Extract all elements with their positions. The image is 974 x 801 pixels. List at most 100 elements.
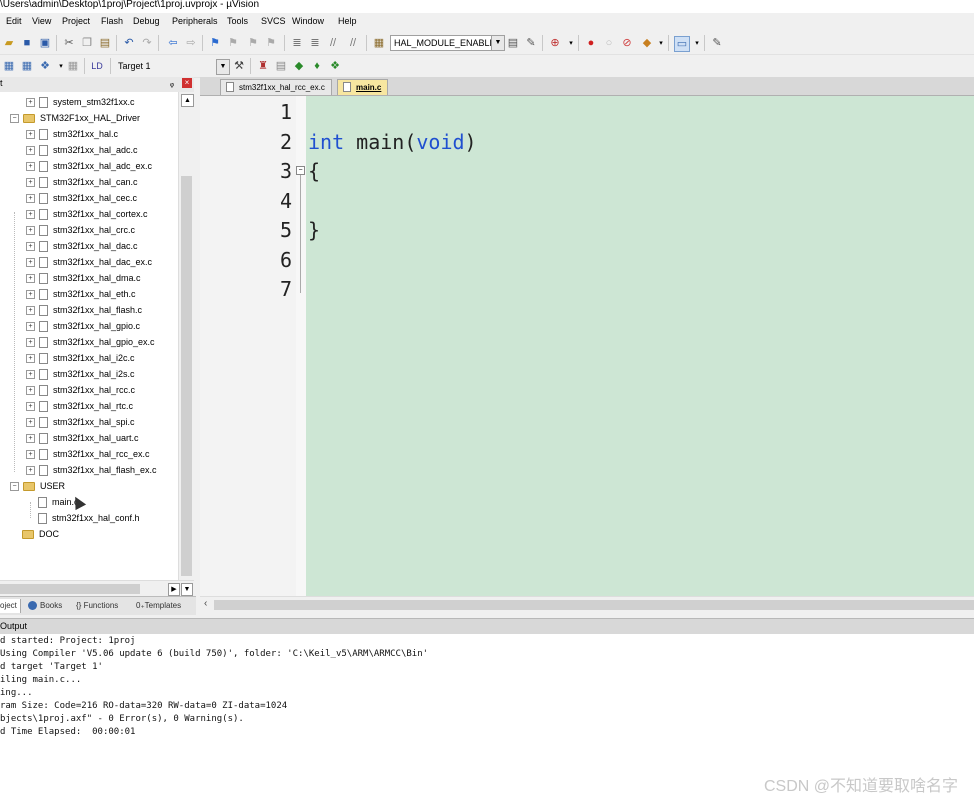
editor-tab-main[interactable]: main.c [337, 79, 389, 95]
chevron-down-icon[interactable]: ▼ [491, 36, 504, 50]
menu-svcs[interactable]: SVCS [261, 16, 286, 26]
fold-collapse-icon[interactable]: − [296, 166, 305, 175]
tree-folder[interactable]: − STM32F1xx_HAL_Driver [10, 110, 140, 126]
menu-view[interactable]: View [32, 16, 51, 26]
pack-installer-icon[interactable]: ◆ [292, 59, 306, 73]
scroll-up-icon[interactable]: ▲ [181, 94, 194, 107]
manage-project-icon[interactable]: ♜ [256, 59, 270, 73]
tree-item[interactable]: + stm32f1xx_hal_i2s.c [26, 366, 135, 382]
scroll-thumb[interactable] [0, 584, 140, 594]
kill-breakpoints-icon[interactable]: ⊘ [620, 36, 634, 50]
define-combo[interactable]: HAL_MODULE_ENABLED ▼ [390, 35, 505, 51]
tree-item[interactable]: stm32f1xx_hal_conf.h [38, 510, 140, 526]
configure-icon[interactable]: ✎ [710, 36, 724, 50]
scroll-thumb[interactable] [214, 600, 974, 610]
chevron-down-icon[interactable]: ▼ [216, 59, 230, 75]
scroll-thumb[interactable] [181, 176, 192, 576]
menu-debug[interactable]: Debug [133, 16, 160, 26]
tree-horizontal-scrollbar[interactable]: ▶ ▼ [0, 580, 194, 597]
tree-folder[interactable]: DOC [22, 526, 59, 542]
options-for-target-icon[interactable]: ⚒ [232, 59, 246, 73]
build-icon[interactable]: ▦ [20, 59, 34, 73]
chevron-down-icon[interactable]: ▾ [564, 36, 578, 50]
chevron-down-icon[interactable]: ▾ [654, 36, 668, 50]
tree-item[interactable]: + stm32f1xx_hal_dac_ex.c [26, 254, 152, 270]
tree-item[interactable]: + stm32f1xx_hal_adc_ex.c [26, 158, 152, 174]
tree-item[interactable]: + stm32f1xx_hal_cec.c [26, 190, 137, 206]
editor-horizontal-scrollbar[interactable]: ‹ [200, 596, 974, 613]
menu-tools[interactable]: Tools [227, 16, 248, 26]
expand-icon[interactable]: + [26, 449, 35, 459]
comment-icon[interactable]: // [326, 36, 340, 50]
editor-tab-rcc-ex[interactable]: stm32f1xx_hal_rcc_ex.c [220, 79, 332, 95]
expand-icon[interactable]: + [26, 177, 35, 187]
expand-icon[interactable]: + [26, 193, 35, 203]
scroll-down-icon[interactable]: ▼ [181, 583, 193, 596]
expand-icon[interactable]: + [26, 401, 35, 411]
scroll-right-icon[interactable]: ▶ [168, 583, 180, 596]
save-icon[interactable]: ■ [20, 36, 34, 50]
debug-icon[interactable]: ⊕ [548, 36, 562, 50]
tree-item[interactable]: + stm32f1xx_hal_cortex.c [26, 206, 148, 222]
tree-folder[interactable]: − USER [10, 478, 65, 494]
tree-item[interactable]: + stm32f1xx_hal_rcc_ex.c [26, 446, 150, 462]
disable-breakpoint-icon[interactable]: ○ [602, 36, 616, 50]
bookmark-icon[interactable]: ⚑ [208, 36, 222, 50]
menu-project[interactable]: Project [62, 16, 90, 26]
select-packs-icon[interactable]: ♦ [310, 59, 324, 73]
find-icon[interactable]: ▤ [506, 36, 520, 50]
expand-icon[interactable]: + [26, 257, 35, 267]
forward-icon[interactable]: ⇨ [184, 36, 198, 50]
back-icon[interactable]: ⇦ [166, 36, 180, 50]
tree-item[interactable]: + stm32f1xx_hal_rtc.c [26, 398, 133, 414]
scroll-left-icon[interactable]: ‹ [204, 598, 207, 609]
tree-item[interactable]: + stm32f1xx_hal_gpio_ex.c [26, 334, 155, 350]
expand-icon[interactable]: + [26, 417, 35, 427]
menu-peripherals[interactable]: Peripherals [172, 16, 218, 26]
tab-project[interactable]: oject [0, 599, 21, 613]
close-icon[interactable]: × [182, 78, 192, 88]
expand-icon[interactable]: + [26, 225, 35, 235]
unindent-icon[interactable]: ≣ [308, 36, 322, 50]
target-combo[interactable]: Target 1 ▼ [114, 58, 231, 75]
tree-item[interactable]: + stm32f1xx_hal_eth.c [26, 286, 136, 302]
expand-icon[interactable]: + [26, 97, 35, 107]
tree-item[interactable]: + stm32f1xx_hal_dac.c [26, 238, 138, 254]
tree-item[interactable]: + stm32f1xx_hal.c [26, 126, 118, 142]
tree-item[interactable]: + stm32f1xx_hal_i2c.c [26, 350, 135, 366]
expand-icon[interactable]: + [26, 273, 35, 283]
window-icon[interactable]: ▭ [674, 36, 690, 52]
expand-icon[interactable]: + [26, 209, 35, 219]
tree-item[interactable]: + stm32f1xx_hal_can.c [26, 174, 138, 190]
tree-item[interactable]: + stm32f1xx_hal_gpio.c [26, 318, 140, 334]
configure-breakpoints-icon[interactable]: ◆ [640, 36, 654, 50]
copy-icon[interactable]: ❐ [80, 36, 94, 50]
manage-rte-icon[interactable]: ❖ [328, 59, 342, 73]
file-extensions-icon[interactable]: ▤ [274, 59, 288, 73]
tree-item[interactable]: + stm32f1xx_hal_rcc.c [26, 382, 135, 398]
tree-vertical-scrollbar[interactable]: ▲ [178, 92, 195, 580]
incremental-find-icon[interactable]: ✎ [524, 36, 538, 50]
tree-item[interactable]: + stm32f1xx_hal_uart.c [26, 430, 139, 446]
expand-icon[interactable]: + [26, 353, 35, 363]
expand-icon[interactable]: + [26, 161, 35, 171]
uncomment-icon[interactable]: // [346, 36, 360, 50]
tree-item[interactable]: + stm32f1xx_hal_spi.c [26, 414, 135, 430]
expand-icon[interactable]: + [26, 241, 35, 251]
tab-templates[interactable]: 0₊Templates [136, 599, 181, 613]
collapse-icon[interactable]: − [10, 113, 19, 123]
expand-icon[interactable]: + [26, 145, 35, 155]
tree-item[interactable]: + stm32f1xx_hal_dma.c [26, 270, 141, 286]
breakpoint-icon[interactable]: ● [584, 36, 598, 50]
open-icon[interactable]: ▰ [2, 36, 16, 50]
menu-window[interactable]: Window [292, 16, 324, 26]
prev-bookmark-icon[interactable]: ⚑ [226, 36, 240, 50]
menu-flash[interactable]: Flash [101, 16, 123, 26]
redo-icon[interactable]: ↷ [140, 36, 154, 50]
find-in-files-icon[interactable]: ▦ [372, 36, 386, 50]
expand-icon[interactable]: + [26, 433, 35, 443]
expand-icon[interactable]: + [26, 321, 35, 331]
tree-item[interactable]: + stm32f1xx_hal_flash_ex.c [26, 462, 157, 478]
expand-icon[interactable]: + [26, 385, 35, 395]
download-icon[interactable]: LD [90, 59, 104, 73]
